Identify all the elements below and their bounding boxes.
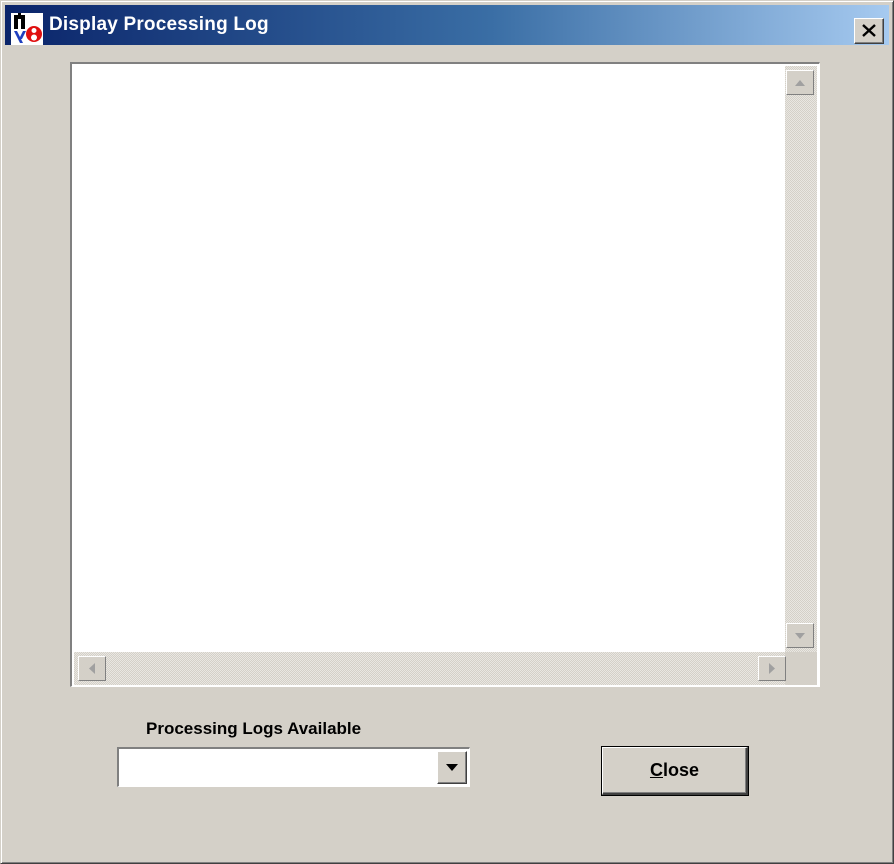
vertical-scrollbar[interactable] [785,66,817,652]
window-title: Display Processing Log [49,14,269,35]
title-bar[interactable]: Display Processing Log [5,5,889,45]
log-content[interactable] [74,66,785,654]
close-button-label: lose [662,760,700,780]
processing-logs-dropdown[interactable] [117,747,470,787]
close-button[interactable]: Close [602,747,748,795]
processing-logs-label: Processing Logs Available [146,719,362,738]
scroll-right-button[interactable] [758,656,786,681]
window-close-button[interactable] [854,18,884,44]
scrollbar-corner [785,652,817,685]
app-icon [11,13,43,45]
scroll-left-button[interactable] [78,656,106,681]
scroll-up-button[interactable] [786,70,814,95]
close-button-accelerator: C [649,760,663,780]
horizontal-scrollbar[interactable] [74,652,785,685]
dropdown-arrow-button[interactable] [437,751,467,784]
log-text-area[interactable] [70,62,820,687]
display-processing-log-window: Display Processing Log Processing Logs A… [0,0,894,864]
scroll-down-button[interactable] [786,623,814,648]
